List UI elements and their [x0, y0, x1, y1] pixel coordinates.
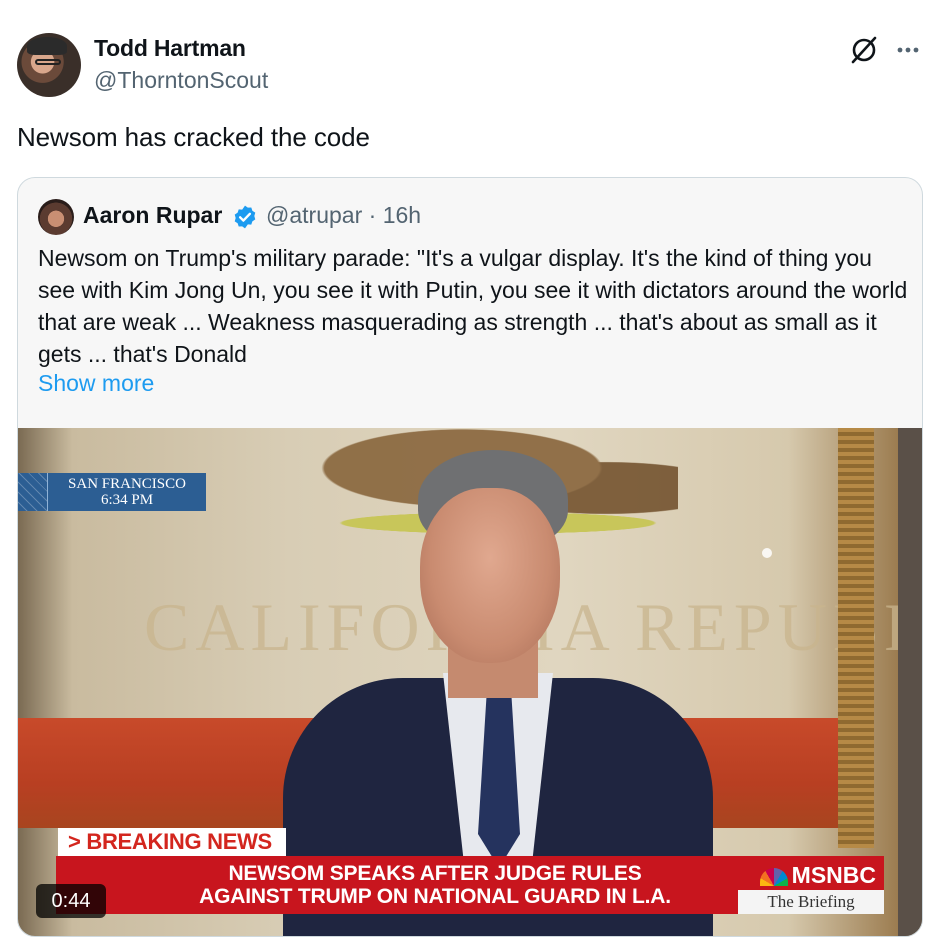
- peacock-icon: [759, 867, 788, 886]
- location-bug: SAN FRANCISCO 6:34 PM: [18, 473, 206, 511]
- avatar-glasses: [35, 59, 61, 65]
- author-avatar[interactable]: [17, 33, 81, 97]
- show-more-link[interactable]: Show more: [38, 370, 154, 397]
- tweet-text: Newsom has cracked the code: [17, 122, 370, 152]
- more-icon[interactable]: [892, 34, 924, 66]
- headline-line-1: NEWSOM SPEAKS AFTER JUDGE RULES: [228, 862, 642, 885]
- location-time: 6:34 PM: [100, 492, 154, 508]
- speaker-face: [420, 488, 560, 663]
- meta-separator: ·: [362, 202, 383, 228]
- quoted-author-avatar[interactable]: [38, 199, 74, 235]
- location-city: SAN FRANCISCO: [68, 476, 186, 492]
- breaking-news-tag: > BREAKING NEWS: [58, 828, 286, 856]
- avatar-hat: [27, 37, 67, 55]
- quoted-author-meta[interactable]: @atrupar · 16h: [266, 202, 421, 229]
- quoted-tweet-time[interactable]: 16h: [383, 202, 421, 228]
- video-player[interactable]: CALIFORNIA REPUBLIC SAN FRANCISCO 6:34 P…: [18, 428, 922, 936]
- network-logo: MSNBC: [738, 860, 884, 890]
- quoted-tweet-body: Newsom on Trump's military parade: "It's…: [38, 245, 908, 367]
- network-name: MSNBC: [791, 862, 876, 888]
- background-wall: [898, 428, 922, 936]
- video-duration: 0:44: [36, 884, 106, 918]
- light-glint: [762, 548, 772, 558]
- location-grid-icon: [18, 473, 48, 511]
- quoted-tweet-card[interactable]: Aaron Rupar @atrupar · 16h Newsom on Tru…: [17, 177, 923, 937]
- quoted-author-name[interactable]: Aaron Rupar: [83, 202, 222, 229]
- author-name[interactable]: Todd Hartman: [94, 35, 246, 62]
- grok-icon[interactable]: [848, 34, 880, 66]
- author-handle[interactable]: @ThorntonScout: [94, 67, 268, 94]
- quoted-author-handle[interactable]: @atrupar: [266, 202, 362, 228]
- flag-fringe: [838, 428, 874, 848]
- show-name: The Briefing: [738, 890, 884, 914]
- headline-line-2: AGAINST TRUMP ON NATIONAL GUARD IN L.A.: [199, 885, 671, 908]
- verified-badge-icon: [234, 205, 256, 229]
